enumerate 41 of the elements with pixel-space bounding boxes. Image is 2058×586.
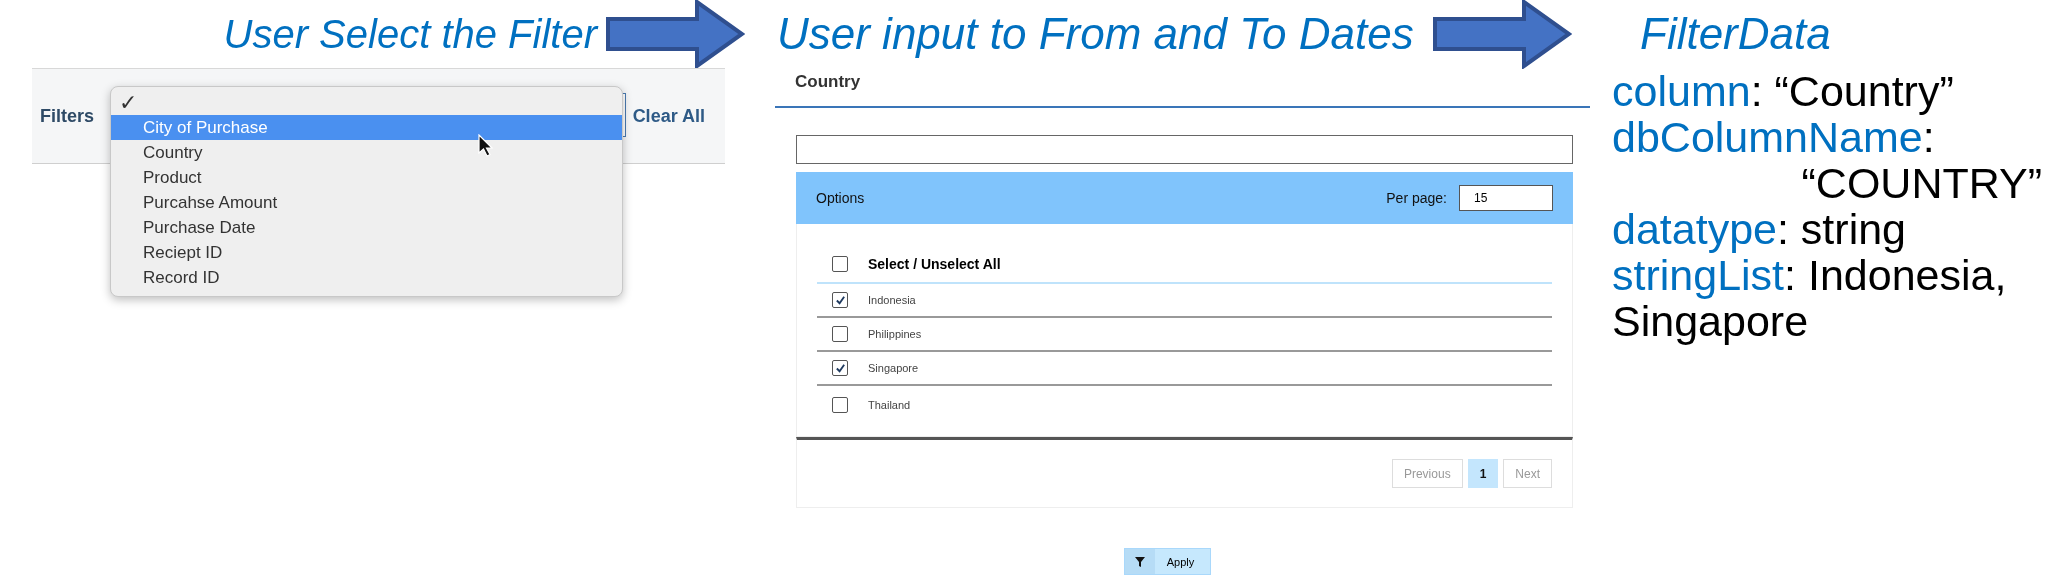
- checkbox[interactable]: [832, 292, 848, 308]
- field-value: Singapore: [1612, 298, 1810, 344]
- menu-item[interactable]: Purchase Date: [111, 215, 622, 240]
- checkbox[interactable]: [832, 256, 848, 272]
- menu-item[interactable]: Record ID: [111, 265, 622, 290]
- step-title: FilterData: [1640, 9, 1831, 59]
- check-icon: [834, 362, 846, 374]
- menu-item[interactable]: Country: [111, 140, 622, 165]
- field-value: : string: [1776, 205, 1906, 253]
- right-arrow-icon: [605, 0, 745, 69]
- checkmark: ✓: [118, 91, 137, 115]
- menu-item[interactable]: Product: [111, 165, 622, 190]
- checkbox[interactable]: [832, 397, 848, 413]
- per-page-label: Per page:: [1386, 190, 1447, 206]
- checkbox[interactable]: [832, 360, 848, 376]
- step-title: User Select the Filter: [223, 11, 597, 57]
- search-field[interactable]: [796, 135, 1573, 164]
- page-button[interactable]: 1: [1467, 459, 1499, 488]
- menu-item[interactable]: Reciept ID: [111, 240, 622, 265]
- check-icon: [834, 294, 846, 306]
- filter-icon: [1134, 556, 1145, 567]
- menu-item[interactable]: Purcahse Amount: [111, 190, 622, 215]
- apply-button[interactable]: Apply: [1123, 548, 1212, 575]
- pointer-icon: [478, 134, 494, 158]
- checkbox[interactable]: [832, 326, 848, 342]
- options-label: Options: [816, 190, 865, 206]
- right-arrow-icon: [1431, 0, 1572, 69]
- field-key: datatype: [1612, 205, 1777, 253]
- step-title: User input to From and To Dates: [777, 9, 1414, 59]
- option-label: Singapore: [868, 362, 919, 374]
- option-label: Philippines: [868, 328, 922, 340]
- option-label: Indonesia: [868, 294, 916, 306]
- per-page-field[interactable]: 15: [1459, 185, 1553, 211]
- panel-title: Country: [795, 72, 861, 92]
- select-all-label: Select / Unselect All: [868, 256, 1001, 272]
- filters-label: Filters: [40, 105, 95, 127]
- field-value: : “Country”: [1750, 67, 1954, 115]
- option-label: Thailand: [868, 399, 911, 411]
- field-value: “COUNTRY”: [1800, 160, 2042, 206]
- clear-all-link[interactable]: Clear All: [632, 105, 705, 127]
- field-key: column: [1612, 67, 1751, 115]
